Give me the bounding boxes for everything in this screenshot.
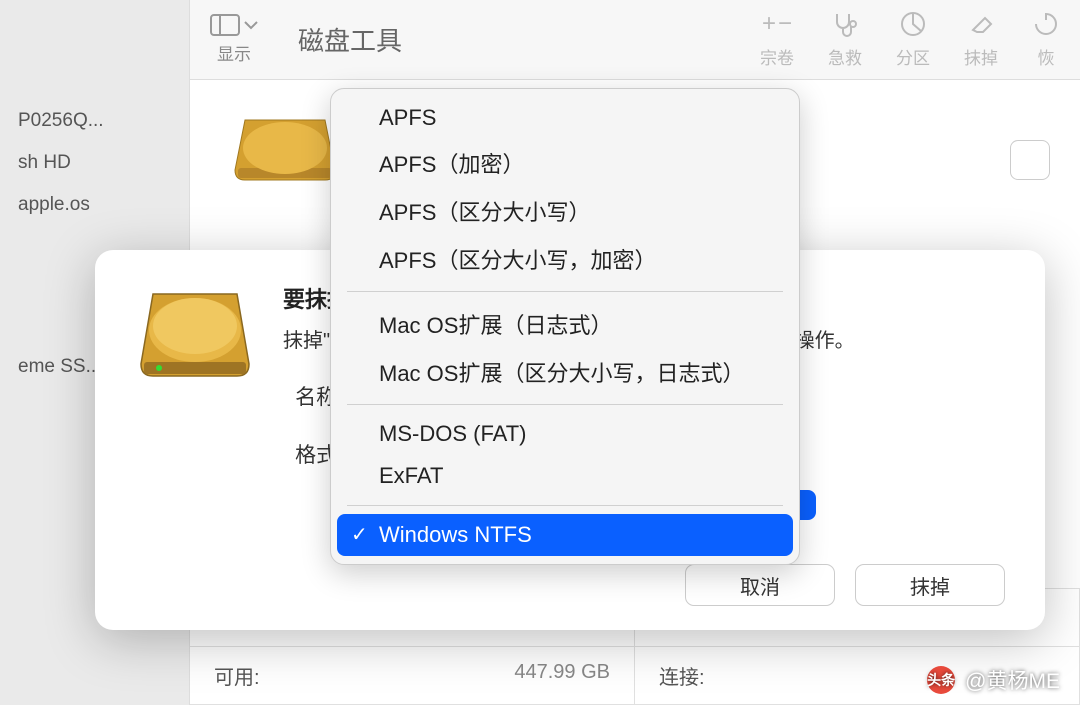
dropdown-item[interactable]: Mac OS扩展（日志式） xyxy=(337,300,793,348)
drive-icon xyxy=(135,282,255,392)
pie-icon xyxy=(899,10,927,38)
watermark: 头条 @黄杨ME xyxy=(927,665,1060,695)
info-button[interactable] xyxy=(1010,140,1050,180)
firstaid-button[interactable]: 急救 xyxy=(828,10,862,69)
dropdown-separator xyxy=(347,404,783,405)
erase-button[interactable]: 抹掉 xyxy=(964,10,998,69)
dropdown-item[interactable]: Mac OS扩展（区分大小写，日志式） xyxy=(337,348,793,396)
dropdown-item[interactable]: MS-DOS (FAT) xyxy=(337,413,793,455)
erase-confirm-button[interactable]: 抹掉 xyxy=(855,564,1005,606)
stethoscope-icon xyxy=(831,10,859,38)
volume-button[interactable]: +− 宗卷 xyxy=(760,10,794,69)
view-toggle[interactable]: 显示 xyxy=(210,14,258,65)
drive-icon xyxy=(230,110,340,190)
sidebar-item[interactable]: sh HD xyxy=(0,142,189,184)
erase-label: 抹掉 xyxy=(964,44,998,69)
sidebar-item[interactable]: P0256Q... xyxy=(0,100,189,142)
view-label: 显示 xyxy=(217,40,251,65)
sidebar-item[interactable]: apple.os xyxy=(0,184,189,226)
sidebar-icon xyxy=(210,14,240,36)
window-title: 磁盘工具 xyxy=(298,21,402,58)
dropdown-item[interactable]: Windows NTFS xyxy=(337,514,793,556)
format-dropdown: APFSAPFS（加密）APFS（区分大小写）APFS（区分大小写，加密） Mac… xyxy=(330,88,800,565)
info-available: 可用:447.99 GB xyxy=(190,647,635,705)
firstaid-label: 急救 xyxy=(828,44,862,69)
partition-label: 分区 xyxy=(896,44,930,69)
cancel-button[interactable]: 取消 xyxy=(685,564,835,606)
partition-button[interactable]: 分区 xyxy=(896,10,930,69)
restore-button[interactable]: 恢 xyxy=(1032,10,1060,69)
restore-label: 恢 xyxy=(1038,44,1055,69)
dropdown-item[interactable]: APFS（加密） xyxy=(337,139,793,187)
dropdown-item[interactable]: APFS（区分大小写） xyxy=(337,187,793,235)
toolbar: 显示 磁盘工具 +− 宗卷 急救 分区 抹掉 恢 xyxy=(190,0,1080,80)
dropdown-separator xyxy=(347,505,783,506)
eraser-icon xyxy=(967,10,995,38)
dropdown-item[interactable]: ExFAT xyxy=(337,455,793,497)
dropdown-item[interactable]: APFS（区分大小写，加密） xyxy=(337,235,793,283)
restore-icon xyxy=(1032,10,1060,38)
dropdown-item[interactable]: APFS xyxy=(337,97,793,139)
volume-label: 宗卷 xyxy=(760,44,794,69)
watermark-logo-icon: 头条 xyxy=(927,666,955,694)
dropdown-separator xyxy=(347,291,783,292)
chevron-down-icon xyxy=(244,20,258,30)
